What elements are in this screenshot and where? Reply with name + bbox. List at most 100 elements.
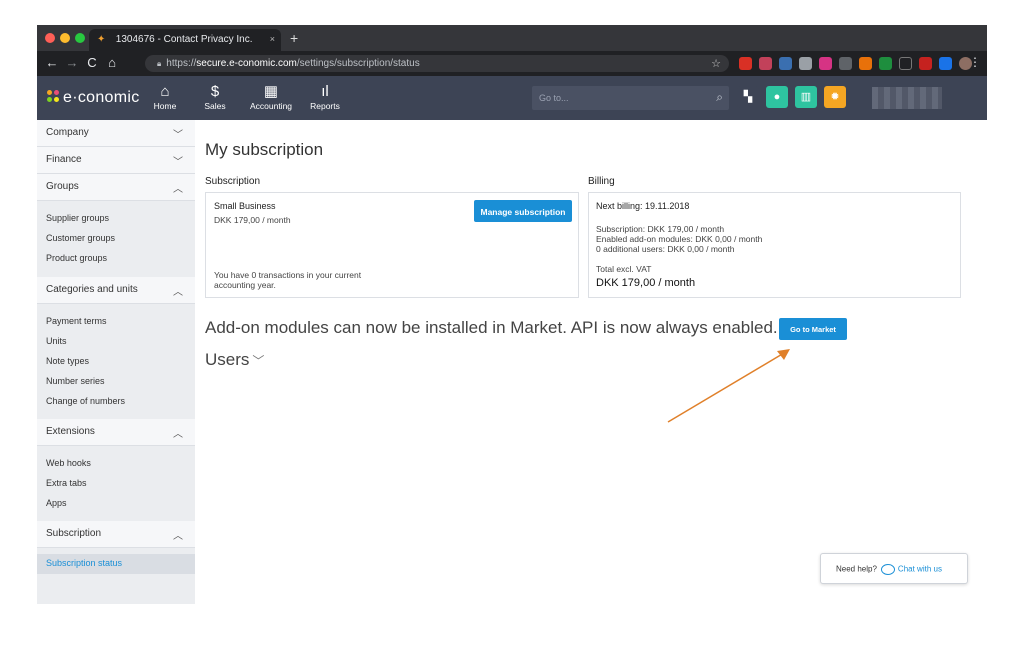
billing-card: Next billing: 19.11.2018 Subscription: D… <box>588 192 961 298</box>
extension-icon[interactable] <box>839 57 852 70</box>
chat-with-us-link[interactable]: Chat with us <box>898 565 942 574</box>
nav-home-label: Home <box>153 101 177 111</box>
sidebar-item-subscription-status[interactable]: Subscription status <box>37 554 195 574</box>
economic-logo[interactable]: e·conomic <box>47 88 140 107</box>
nav-accounting[interactable]: ▦ Accounting <box>248 82 294 111</box>
book-icon[interactable]: ▥ <box>795 86 817 108</box>
section-label: Extensions <box>46 426 95 437</box>
plan-name: Small Business <box>214 201 276 211</box>
url-scheme: https:// <box>166 58 197 69</box>
transactions-text-line2: accounting year. <box>214 280 276 290</box>
sidebar-item-supplier-groups[interactable]: Supplier groups <box>46 213 109 223</box>
apps-grid-icon[interactable]: ▚ <box>737 86 759 108</box>
tab-close-icon[interactable]: × <box>270 34 275 44</box>
extension-icon[interactable] <box>899 57 912 70</box>
sidebar-item-number-series[interactable]: Number series <box>46 376 105 386</box>
sidebar-section-subscription[interactable]: Subscription ︿ <box>37 521 195 548</box>
app-header: e·conomic ⌂ Home $ Sales ▦ Accounting ıl… <box>37 76 987 120</box>
nav-sales-label: Sales <box>204 101 226 111</box>
arrow-head <box>777 349 790 360</box>
billing-line-subscription: Subscription: DKK 179,00 / month <box>596 224 725 234</box>
search-icon[interactable]: ⌕ <box>716 90 723 105</box>
home-icon: ⌂ <box>160 83 170 100</box>
logo-text: e·conomic <box>63 89 140 106</box>
minimize-window-icon[interactable] <box>60 33 70 43</box>
url-path: /settings/subscription/status <box>296 58 420 69</box>
sidebar-section-groups[interactable]: Groups ︿ <box>37 174 195 201</box>
sidebar-item-note-types[interactable]: Note types <box>46 356 89 366</box>
arrow-shaft <box>667 352 785 423</box>
sidebar-item-extra-tabs[interactable]: Extra tabs <box>46 478 87 488</box>
sidebar-item-payment-terms[interactable]: Payment terms <box>46 316 107 326</box>
chevron-down-icon: ﹀ <box>173 157 183 168</box>
close-window-icon[interactable] <box>45 33 55 43</box>
sidebar-item-web-hooks[interactable]: Web hooks <box>46 458 91 468</box>
plan-price: DKK 179,00 / month <box>214 215 291 225</box>
total-excl-vat-label: Total excl. VAT <box>596 264 652 274</box>
sidebar-section-categories-and-units[interactable]: Categories and units ︿ <box>37 277 195 304</box>
users-section-toggle[interactable]: Users ﹀ <box>205 350 264 370</box>
url-field[interactable]: 🔒︎ https://secure.e-conomic.com/settings/… <box>145 55 729 72</box>
extension-icon[interactable] <box>779 57 792 70</box>
billing-line-users: 0 additional users: DKK 0,00 / month <box>596 244 735 254</box>
tab-title: 1304676 - Contact Privacy Inc. <box>115 34 253 45</box>
browser-chrome: ✦ 1304676 - Contact Privacy Inc. × + ← →… <box>37 25 987 76</box>
tab-bar: ✦ 1304676 - Contact Privacy Inc. × + <box>37 25 987 51</box>
browser-menu-icon[interactable]: ⋮ <box>969 55 981 69</box>
extension-icon[interactable] <box>759 57 772 70</box>
sidebar-section-finance[interactable]: Finance ﹀ <box>37 147 195 174</box>
nav-sales[interactable]: $ Sales <box>204 82 226 111</box>
manage-subscription-button[interactable]: Manage subscription <box>474 200 572 222</box>
extension-icon[interactable] <box>739 57 752 70</box>
sidebar-item-customer-groups[interactable]: Customer groups <box>46 233 115 243</box>
page-title: My subscription <box>205 140 324 159</box>
sidebar-item-apps[interactable]: Apps <box>46 498 67 508</box>
bookmark-star-icon[interactable]: ☆ <box>711 57 721 70</box>
browser-tab[interactable]: ✦ 1304676 - Contact Privacy Inc. × <box>89 29 281 51</box>
favicon-icon: ✦ <box>97 34 106 45</box>
chevron-up-icon: ︿ <box>173 184 183 195</box>
sidebar-section-company[interactable]: Company ﹀ <box>37 120 195 147</box>
goto-search-input[interactable]: Go to... ⌕ <box>532 86 729 110</box>
new-tab-button[interactable]: + <box>290 30 298 46</box>
home-icon[interactable]: ⌂ <box>105 55 119 70</box>
go-to-market-button[interactable]: Go to Market <box>779 318 847 340</box>
sidebar-item-product-groups[interactable]: Product groups <box>46 253 107 263</box>
extension-icon[interactable] <box>799 57 812 70</box>
reload-icon[interactable]: C <box>85 55 99 70</box>
logo-mark-icon <box>47 90 61 104</box>
back-icon[interactable]: ← <box>45 55 59 70</box>
annotation-arrow-icon <box>667 349 790 423</box>
settings-sidebar: Company ﹀ Finance ﹀ Groups ︿ Supplier gr… <box>37 120 195 604</box>
extension-icon[interactable] <box>919 57 932 70</box>
subscription-card: Small Business DKK 179,00 / month Manage… <box>205 192 579 298</box>
section-label: Finance <box>46 154 82 165</box>
sidebar-item-units[interactable]: Units <box>46 336 67 346</box>
billing-heading: Billing <box>588 176 615 187</box>
dollar-icon: $ <box>210 83 220 100</box>
chat-icon[interactable]: ● <box>766 86 788 108</box>
maximize-window-icon[interactable] <box>75 33 85 43</box>
gear-icon[interactable]: ✹ <box>824 86 846 108</box>
chevron-down-icon: ﹀ <box>173 130 183 141</box>
sidebar-section-extensions[interactable]: Extensions ︿ <box>37 419 195 446</box>
nav-reports[interactable]: ıl Reports <box>309 82 341 111</box>
user-menu[interactable] <box>872 87 942 109</box>
calculator-icon: ▦ <box>263 83 279 100</box>
extension-icon[interactable] <box>859 57 872 70</box>
section-label: Categories and units <box>46 284 138 295</box>
extension-icon[interactable] <box>819 57 832 70</box>
extension-icon[interactable] <box>939 57 952 70</box>
addon-info-text: Add-on modules can now be installed in M… <box>205 318 778 337</box>
next-billing-date: Next billing: 19.11.2018 <box>596 201 690 211</box>
search-placeholder: Go to... <box>539 93 569 103</box>
sidebar-item-change-of-numbers[interactable]: Change of numbers <box>46 396 125 406</box>
url-host: secure.e-conomic.com <box>196 58 297 69</box>
help-widget[interactable]: Need help? Chat with us <box>820 553 968 584</box>
address-bar-row: ← → C ⌂ 🔒︎ https://secure.e-conomic.com/s… <box>37 51 987 76</box>
forward-icon[interactable]: → <box>65 55 79 70</box>
subscription-heading: Subscription <box>205 176 261 187</box>
bar-chart-icon: ıl <box>321 83 329 100</box>
extension-icon[interactable] <box>879 57 892 70</box>
nav-home[interactable]: ⌂ Home <box>150 82 180 111</box>
